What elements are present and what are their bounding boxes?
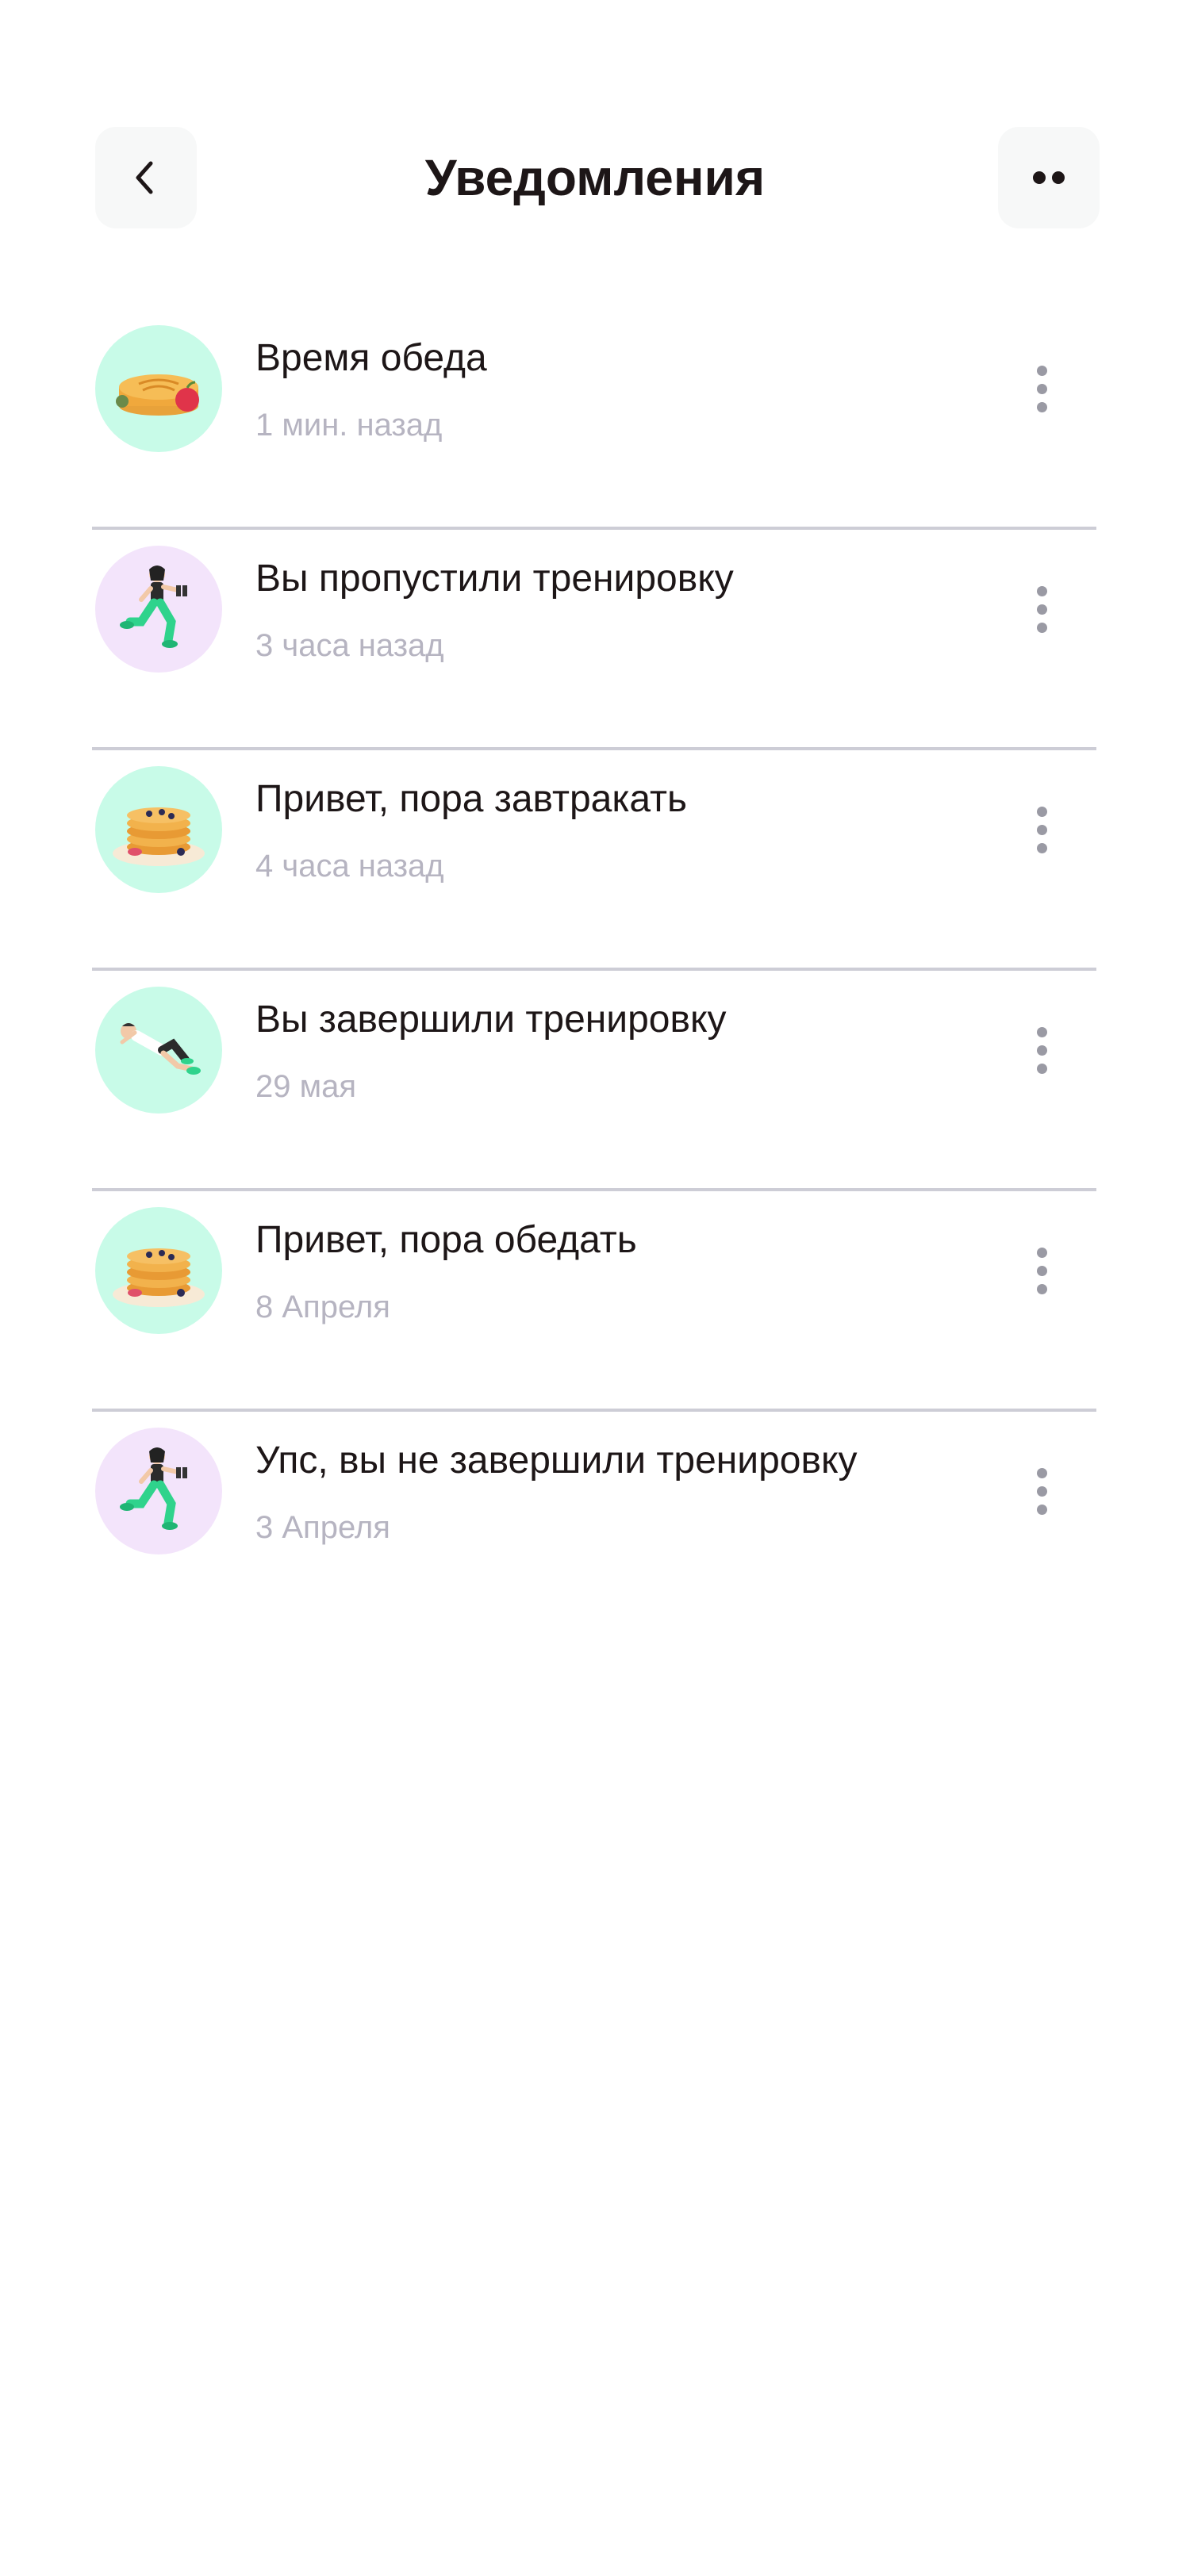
notification-title: Упс, вы не завершили тренировку — [255, 1439, 858, 1482]
notification-title: Время обеда — [255, 337, 487, 379]
kebab-dot — [1036, 1265, 1047, 1276]
woman-lunge-dumbbell-icon — [120, 565, 187, 648]
notifications-list: Время обеда 1 мин. назад Вы пропустили т… — [92, 309, 1096, 1632]
item-menu-button[interactable] — [1022, 1223, 1061, 1318]
notification-time: 3 Апреля — [255, 1510, 390, 1545]
kebab-dot — [1036, 824, 1047, 835]
notification-time: 1 мин. назад — [255, 408, 443, 443]
notification-title: Привет, пора завтракать — [255, 778, 688, 820]
kebab-dot — [1036, 1504, 1047, 1515]
chevron-left-icon — [136, 161, 153, 194]
notification-avatar — [95, 766, 222, 893]
notification-title: Привет, пора обедать — [255, 1219, 637, 1261]
kebab-dot — [1036, 806, 1047, 817]
man-crunch-exercise-icon — [120, 1023, 201, 1075]
item-menu-button[interactable] — [1022, 562, 1061, 657]
woman-lunge-dumbbell-icon — [120, 1447, 187, 1530]
item-menu-button[interactable] — [1022, 1002, 1061, 1098]
more-options-button[interactable] — [998, 127, 1100, 228]
notification-title: Вы пропустили тренировку — [255, 558, 734, 600]
item-menu-button[interactable] — [1022, 1443, 1061, 1539]
kebab-dot — [1036, 1283, 1047, 1294]
notification-item[interactable]: Упс, вы не завершили тренировку 3 Апреля — [92, 1412, 1096, 1632]
kebab-dot — [1036, 383, 1047, 394]
kebab-dot — [1036, 1485, 1047, 1497]
notification-time: 3 часа назад — [255, 628, 444, 663]
kebab-dot — [1036, 622, 1047, 633]
notification-avatar — [95, 546, 222, 673]
header-bar: Уведомления — [0, 127, 1190, 228]
kebab-dot — [1036, 604, 1047, 615]
notification-time: 29 мая — [255, 1069, 357, 1104]
notification-title: Вы завершили тренировку — [255, 999, 727, 1041]
kebab-dot — [1036, 365, 1047, 376]
kebab-dot — [1036, 1247, 1047, 1258]
kebab-dot — [1036, 1063, 1047, 1074]
kebab-dot — [1036, 1045, 1047, 1056]
notification-item[interactable]: Вы пропустили тренировку 3 часа назад — [92, 530, 1096, 750]
kebab-dot — [1036, 585, 1047, 596]
pie-with-apple-icon — [116, 374, 199, 416]
notification-avatar — [95, 987, 222, 1114]
notification-item[interactable]: Привет, пора обедать 8 Апреля — [92, 1191, 1096, 1412]
more-dots-icon — [1033, 171, 1065, 184]
kebab-dot — [1036, 1026, 1047, 1037]
pancakes-icon — [113, 807, 205, 866]
notification-time: 4 часа назад — [255, 849, 444, 884]
notification-item[interactable]: Привет, пора завтракать 4 часа назад — [92, 750, 1096, 971]
item-menu-button[interactable] — [1022, 782, 1061, 877]
kebab-dot — [1036, 401, 1047, 412]
pancakes-icon — [113, 1248, 205, 1307]
notification-time: 8 Апреля — [255, 1290, 390, 1324]
notification-item[interactable]: Время обеда 1 мин. назад — [92, 309, 1096, 530]
item-menu-button[interactable] — [1022, 341, 1061, 436]
notification-avatar — [95, 1207, 222, 1334]
kebab-dot — [1036, 1467, 1047, 1478]
back-button[interactable] — [95, 127, 197, 228]
notification-item[interactable]: Вы завершили тренировку 29 мая — [92, 971, 1096, 1191]
kebab-dot — [1036, 842, 1047, 853]
notification-avatar — [95, 325, 222, 452]
notification-avatar — [95, 1428, 222, 1554]
